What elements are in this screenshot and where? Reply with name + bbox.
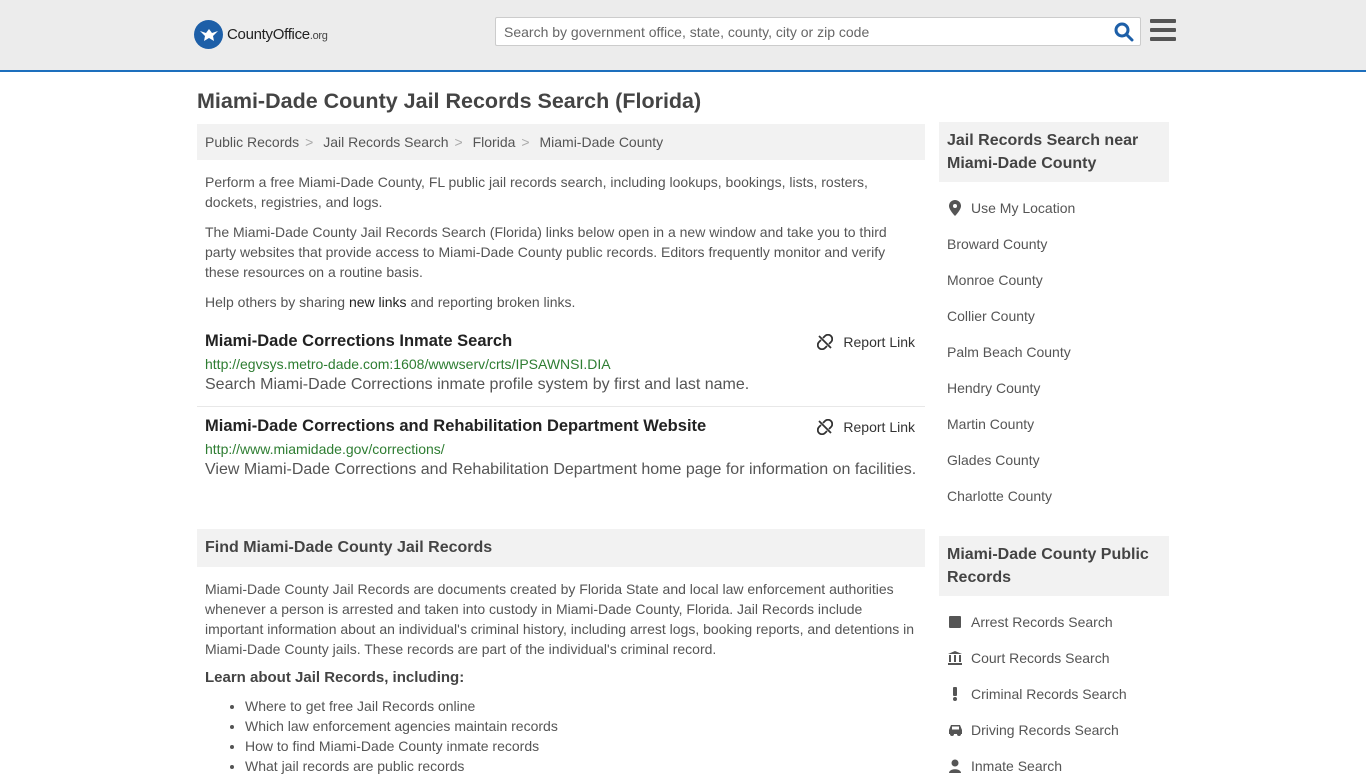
criminal-records-link[interactable]: Criminal Records Search	[971, 686, 1127, 702]
list-item: Inmate Search	[947, 748, 1161, 784]
county-link-collier[interactable]: Collier County	[947, 308, 1035, 324]
person-icon	[947, 759, 963, 773]
list-item: Use My Location	[947, 190, 1161, 226]
list-item: Collier County	[947, 298, 1161, 334]
result-title-link[interactable]: Miami-Dade Corrections Inmate Search	[205, 332, 512, 350]
intro-share: Help others by sharing new links and rep…	[205, 294, 576, 310]
broken-link-icon	[817, 334, 834, 350]
learn-list: Where to get free Jail Records online Wh…	[205, 696, 917, 776]
logo-text: CountyOffice.org	[227, 26, 328, 43]
find-records-body: Miami-Dade County Jail Records are docum…	[197, 567, 925, 776]
arrest-records-link[interactable]: Arrest Records Search	[971, 614, 1113, 630]
driving-records-link[interactable]: Driving Records Search	[971, 722, 1119, 738]
result-url[interactable]: http://egvsys.metro-dade.com:1608/wwwser…	[205, 356, 917, 372]
breadcrumb-public-records[interactable]: Public Records	[205, 134, 299, 150]
county-link-glades[interactable]: Glades County	[947, 452, 1040, 468]
find-records-paragraph: Miami-Dade County Jail Records are docum…	[205, 581, 915, 657]
broken-link-icon	[817, 419, 834, 435]
list-item: Hendry County	[947, 370, 1161, 406]
court-records-link[interactable]: Court Records Search	[971, 650, 1110, 666]
result-url[interactable]: http://www.miamidade.gov/corrections/	[205, 441, 917, 457]
list-item: Driving Records Search	[947, 712, 1161, 748]
site-logo[interactable]: CountyOffice.org	[194, 20, 328, 49]
breadcrumb-separator: >	[305, 134, 314, 150]
inmate-search-link[interactable]: Inmate Search	[971, 758, 1062, 774]
list-item: How to find Miami-Dade County inmate rec…	[245, 736, 917, 756]
sidebar-public-records: Miami-Dade County Public Records Arrest …	[939, 536, 1169, 784]
find-records-heading: Find Miami-Dade County Jail Records	[197, 529, 925, 567]
county-link-palm-beach[interactable]: Palm Beach County	[947, 344, 1071, 360]
logo-eagle-icon	[194, 20, 223, 49]
main-content: Public Records > Jail Records Search > Flo…	[197, 124, 925, 776]
search-input[interactable]	[496, 18, 1096, 45]
result-description: View Miami-Dade Corrections and Rehabili…	[205, 461, 917, 478]
list-item: Arrest Records Search	[947, 604, 1161, 640]
report-link-button[interactable]: Report Link	[817, 419, 915, 435]
menu-icon[interactable]	[1150, 19, 1176, 43]
county-link-hendry[interactable]: Hendry County	[947, 380, 1040, 396]
intro: Perform a free Miami-Dade County, FL pub…	[197, 160, 925, 312]
breadcrumb-separator: >	[521, 134, 530, 150]
breadcrumb: Public Records > Jail Records Search > Flo…	[197, 124, 925, 160]
breadcrumb-miami-dade-county[interactable]: Miami-Dade County	[539, 134, 663, 150]
location-pin-icon	[947, 200, 963, 216]
list-item: Broward County	[947, 226, 1161, 262]
breadcrumb-separator: >	[454, 134, 463, 150]
list-item: Martin County	[947, 406, 1161, 442]
exclamation-icon	[947, 687, 963, 701]
result-description: Search Miami-Dade Corrections inmate pro…	[205, 376, 750, 393]
courthouse-icon	[947, 651, 963, 665]
sidebar-nearby-heading: Jail Records Search near Miami-Dade Coun…	[939, 122, 1169, 182]
public-records-list: Arrest Records Search Court Records Sear…	[939, 596, 1169, 784]
intro-paragraph: The Miami-Dade County Jail Records Searc…	[205, 224, 887, 280]
list-item: Criminal Records Search	[947, 676, 1161, 712]
county-link-monroe[interactable]: Monroe County	[947, 272, 1043, 288]
result-item: Miami-Dade Corrections and Rehabilitatio…	[197, 407, 925, 491]
car-icon	[947, 724, 963, 736]
square-icon	[947, 616, 963, 628]
search-icon[interactable]	[1114, 22, 1134, 42]
county-link-charlotte[interactable]: Charlotte County	[947, 488, 1052, 504]
list-item: What jail records are public records	[245, 756, 917, 776]
result-title-link[interactable]: Miami-Dade Corrections and Rehabilitatio…	[205, 417, 706, 435]
list-item: Court Records Search	[947, 640, 1161, 676]
new-links-link[interactable]: new links	[349, 294, 407, 310]
sidebar-nearby: Jail Records Search near Miami-Dade Coun…	[939, 122, 1169, 514]
list-item: Which law enforcement agencies maintain …	[245, 716, 917, 736]
list-item: Glades County	[947, 442, 1161, 478]
sidebar-public-heading: Miami-Dade County Public Records	[939, 536, 1169, 596]
search-box	[495, 17, 1141, 46]
list-item: Palm Beach County	[947, 334, 1161, 370]
report-link-button[interactable]: Report Link	[817, 334, 915, 350]
list-item: Where to get free Jail Records online	[245, 696, 917, 716]
page-title: Miami-Dade County Jail Records Search (F…	[197, 89, 702, 113]
county-link-martin[interactable]: Martin County	[947, 416, 1034, 432]
intro-paragraph: Perform a free Miami-Dade County, FL pub…	[205, 174, 868, 210]
nearby-list: Use My Location Broward County Monroe Co…	[939, 182, 1169, 514]
use-my-location-link[interactable]: Use My Location	[971, 200, 1075, 216]
breadcrumb-jail-records-search[interactable]: Jail Records Search	[323, 134, 448, 150]
breadcrumb-florida[interactable]: Florida	[473, 134, 516, 150]
result-item: Miami-Dade Corrections Inmate Search Rep…	[197, 322, 925, 407]
learn-heading: Learn about Jail Records, including:	[205, 669, 465, 686]
list-item: Charlotte County	[947, 478, 1161, 514]
site-header: CountyOffice.org	[0, 0, 1366, 72]
list-item: Monroe County	[947, 262, 1161, 298]
county-link-broward[interactable]: Broward County	[947, 236, 1047, 252]
